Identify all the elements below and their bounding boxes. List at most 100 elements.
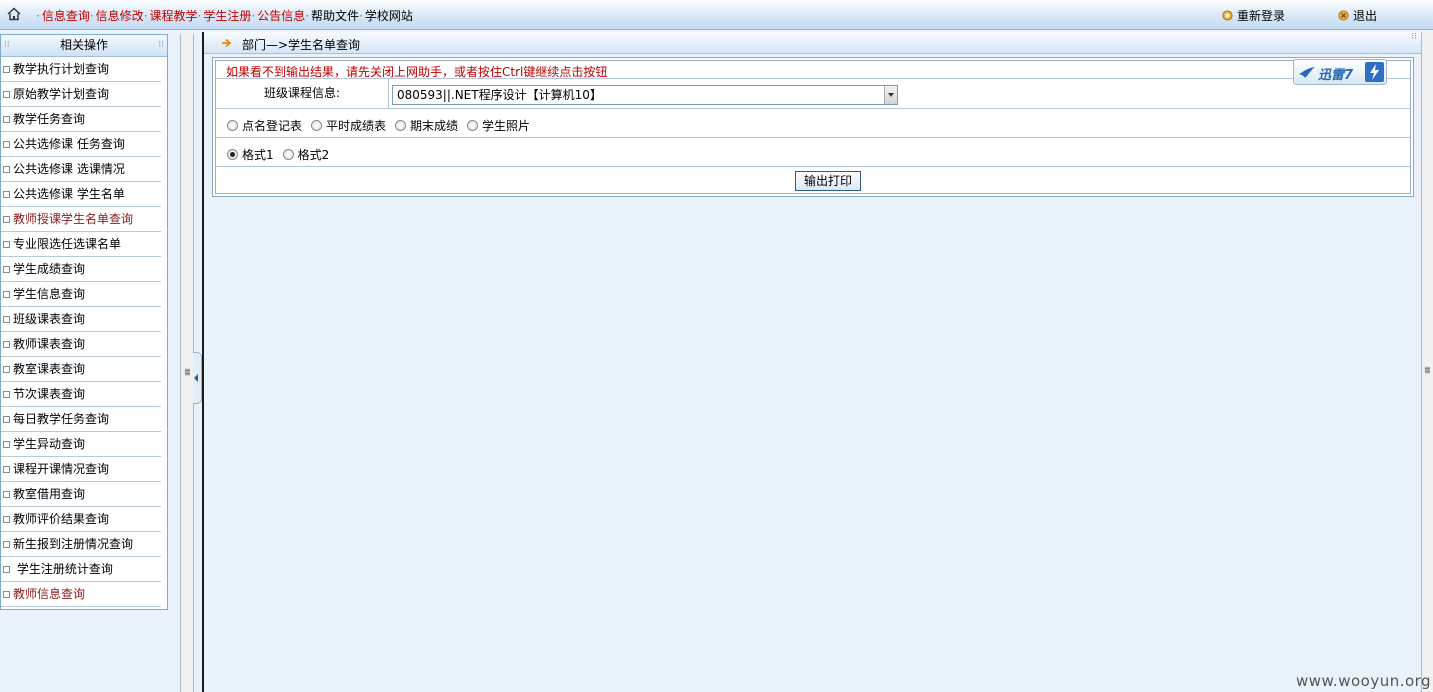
sidebar-list: 教学执行计划查询原始教学计划查询教学任务查询公共选修课 任务查询 公共选修课 选课… bbox=[1, 57, 167, 607]
class-field-label: 班级课程信息: bbox=[216, 79, 389, 109]
sidebar-item-label: 公共选修课 任务查询 bbox=[13, 137, 125, 151]
sidebar-item[interactable]: 学生成绩查询 bbox=[1, 257, 161, 282]
right-splitter[interactable]: ≡ ≡ bbox=[1421, 32, 1433, 692]
report-type-radio[interactable] bbox=[311, 120, 323, 131]
sidebar-item[interactable]: 公共选修课 任务查询 bbox=[1, 132, 161, 157]
format-radio[interactable] bbox=[227, 149, 238, 160]
nav-link-6[interactable]: · 帮助文件 bbox=[305, 7, 359, 24]
sidebar-item[interactable]: 教师课表查询 bbox=[1, 332, 161, 357]
report-type-radio[interactable] bbox=[395, 120, 407, 131]
sidebar-item[interactable]: 教师信息查询 bbox=[1, 582, 161, 607]
sidebar-item-label: 学生注册统计查询 bbox=[13, 562, 113, 576]
nav-separator: · bbox=[36, 9, 40, 23]
splitter-track[interactable]: ≡ ≡ bbox=[180, 34, 194, 692]
nav-link-label: 学生注册 bbox=[203, 9, 252, 23]
bullet-square-icon bbox=[3, 291, 10, 298]
grip-icon: ≡ ≡ bbox=[184, 366, 191, 378]
sidebar-item[interactable]: 每日教学任务查询 bbox=[1, 407, 161, 432]
report-type-label: 期末成绩 bbox=[410, 119, 459, 133]
sidebar-item[interactable]: 公共选修课 选课情况 bbox=[1, 157, 161, 182]
sidebar-item[interactable]: 班级课表查询 bbox=[1, 307, 161, 332]
nav-link-3[interactable]: · 课程教学 bbox=[144, 7, 198, 24]
sidebar-item[interactable]: 学生注册统计查询 bbox=[1, 557, 161, 582]
report-type-radio[interactable] bbox=[467, 120, 479, 131]
grip-icon: ⁝⁝ bbox=[4, 40, 10, 50]
sidebar-item-label: 节次课表查询 bbox=[13, 387, 86, 401]
xunlei-badge[interactable]: 迅雷7 bbox=[1293, 59, 1387, 85]
bullet-square-icon bbox=[3, 416, 10, 423]
chevron-down-icon[interactable] bbox=[884, 86, 897, 104]
collapse-sidebar-button[interactable] bbox=[193, 352, 202, 404]
query-form-inner: 如果看不到输出结果，请先关闭上网助手，或者按住Ctrl键继续点击按钮 班级课程信… bbox=[215, 60, 1411, 194]
format-radio[interactable] bbox=[282, 149, 294, 160]
chevron-left-icon bbox=[194, 374, 198, 382]
logout-label: 退出 bbox=[1353, 9, 1378, 23]
sidebar-item[interactable]: 教师评价结果查询 bbox=[1, 507, 161, 532]
sidebar-item[interactable]: 原始教学计划查询 bbox=[1, 82, 161, 107]
sidebar-item[interactable]: 教室借用查询 bbox=[1, 482, 161, 507]
format-label: 格式1 bbox=[242, 148, 274, 162]
watermark: www.wooyun.org bbox=[1296, 672, 1432, 690]
nav-link-4[interactable]: · 学生注册 bbox=[198, 7, 252, 24]
report-type-label: 学生照片 bbox=[482, 119, 531, 133]
sidebar-item[interactable]: 教学执行计划查询 bbox=[1, 57, 161, 82]
arrow-right-icon bbox=[222, 38, 232, 48]
nav-link-5[interactable]: · 公告信息 bbox=[251, 7, 305, 24]
print-row: 输出打印 bbox=[216, 167, 1410, 195]
logout-button[interactable]: 退出 bbox=[1338, 7, 1377, 24]
bullet-square-icon bbox=[3, 191, 10, 198]
sidebar-item[interactable]: 教室课表查询 bbox=[1, 357, 161, 382]
report-type-option[interactable]: 学生照片 bbox=[467, 117, 530, 134]
format-group: 格式1 格式2 bbox=[227, 146, 338, 163]
sidebar-item-label: 教师评价结果查询 bbox=[13, 512, 110, 526]
relogin-button[interactable]: 重新登录 bbox=[1222, 7, 1285, 24]
bullet-square-icon bbox=[3, 341, 10, 348]
nav-link-label: 帮助文件 bbox=[311, 9, 360, 23]
sidebar-item-label: 课程开课情况查询 bbox=[13, 462, 110, 476]
bullet-square-icon bbox=[3, 391, 10, 398]
sidebar-item[interactable]: 学生异动查询 bbox=[1, 432, 161, 457]
xunlei-name: 迅雷7 bbox=[1318, 68, 1354, 83]
sidebar-item-label: 新生报到注册情况查询 bbox=[13, 537, 134, 551]
report-type-option[interactable]: 点名登记表 bbox=[227, 117, 302, 134]
nav-separator: · bbox=[143, 9, 148, 23]
grip-icon: ≡ ≡ bbox=[1424, 364, 1431, 376]
format-option[interactable]: 格式2 bbox=[282, 146, 329, 163]
report-type-row: 点名登记表 平时成绩表 期末成绩 学生照片 bbox=[216, 109, 1410, 138]
breadcrumb: 部门—>学生名单查询 bbox=[242, 38, 361, 52]
nav-separator: · bbox=[89, 9, 94, 23]
nav-link-1[interactable]: · 信息查询 bbox=[36, 7, 90, 24]
report-type-option[interactable]: 期末成绩 bbox=[395, 117, 458, 134]
format-row: 格式1 格式2 bbox=[216, 138, 1410, 167]
nav-link-label: 信息查询 bbox=[41, 9, 90, 23]
sidebar-item[interactable]: 教师授课学生名单查询 bbox=[1, 207, 161, 232]
sidebar-item[interactable]: 专业限选任选课名单 bbox=[1, 232, 161, 257]
sidebar-item-label: 公共选修课 选课情况 bbox=[13, 162, 125, 176]
sidebar: ⁝⁝ 相关操作 ⁝⁝ 教学执行计划查询 原始教学计划查询 教学任务查询 公共选修课 任… bbox=[0, 34, 168, 610]
home-icon[interactable] bbox=[7, 7, 21, 21]
print-button[interactable]: 输出打印 bbox=[795, 171, 861, 191]
bullet-square-icon bbox=[3, 116, 10, 123]
bullet-square-icon bbox=[3, 491, 10, 498]
nav-link-2[interactable]: · 信息修改 bbox=[90, 7, 144, 24]
sidebar-item[interactable]: 课程开课情况查询 bbox=[1, 457, 161, 482]
sidebar-item[interactable]: 节次课表查询 bbox=[1, 382, 161, 407]
class-course-value: 080593||.NET程序设计【计算机10】 bbox=[397, 88, 602, 102]
sidebar-item-label: 教学执行计划查询 bbox=[13, 62, 110, 76]
sidebar-item[interactable]: 学生信息查询 bbox=[1, 282, 161, 307]
nav-link-label: 信息修改 bbox=[95, 9, 144, 23]
class-course-select[interactable]: 080593||.NET程序设计【计算机10】 bbox=[392, 85, 898, 105]
report-type-radio[interactable] bbox=[227, 120, 238, 131]
format-option[interactable]: 格式1 bbox=[227, 146, 274, 163]
main-header: 部门—>学生名单查询 ⁝⁝ bbox=[204, 32, 1421, 54]
nav-link-7[interactable]: · 学校网站 bbox=[359, 7, 413, 24]
sidebar-item[interactable]: 教学任务查询 bbox=[1, 107, 161, 132]
relogin-label: 重新登录 bbox=[1237, 9, 1286, 23]
report-type-option[interactable]: 平时成绩表 bbox=[311, 117, 386, 134]
sidebar-item[interactable]: 新生报到注册情况查询 bbox=[1, 532, 161, 557]
sidebar-item[interactable]: 公共选修课 学生名单 bbox=[1, 182, 161, 207]
bullet-square-icon bbox=[3, 566, 10, 573]
sidebar-item-label: 教学任务查询 bbox=[13, 112, 86, 126]
relogin-icon bbox=[1222, 10, 1233, 21]
nav-separator: · bbox=[251, 9, 256, 23]
